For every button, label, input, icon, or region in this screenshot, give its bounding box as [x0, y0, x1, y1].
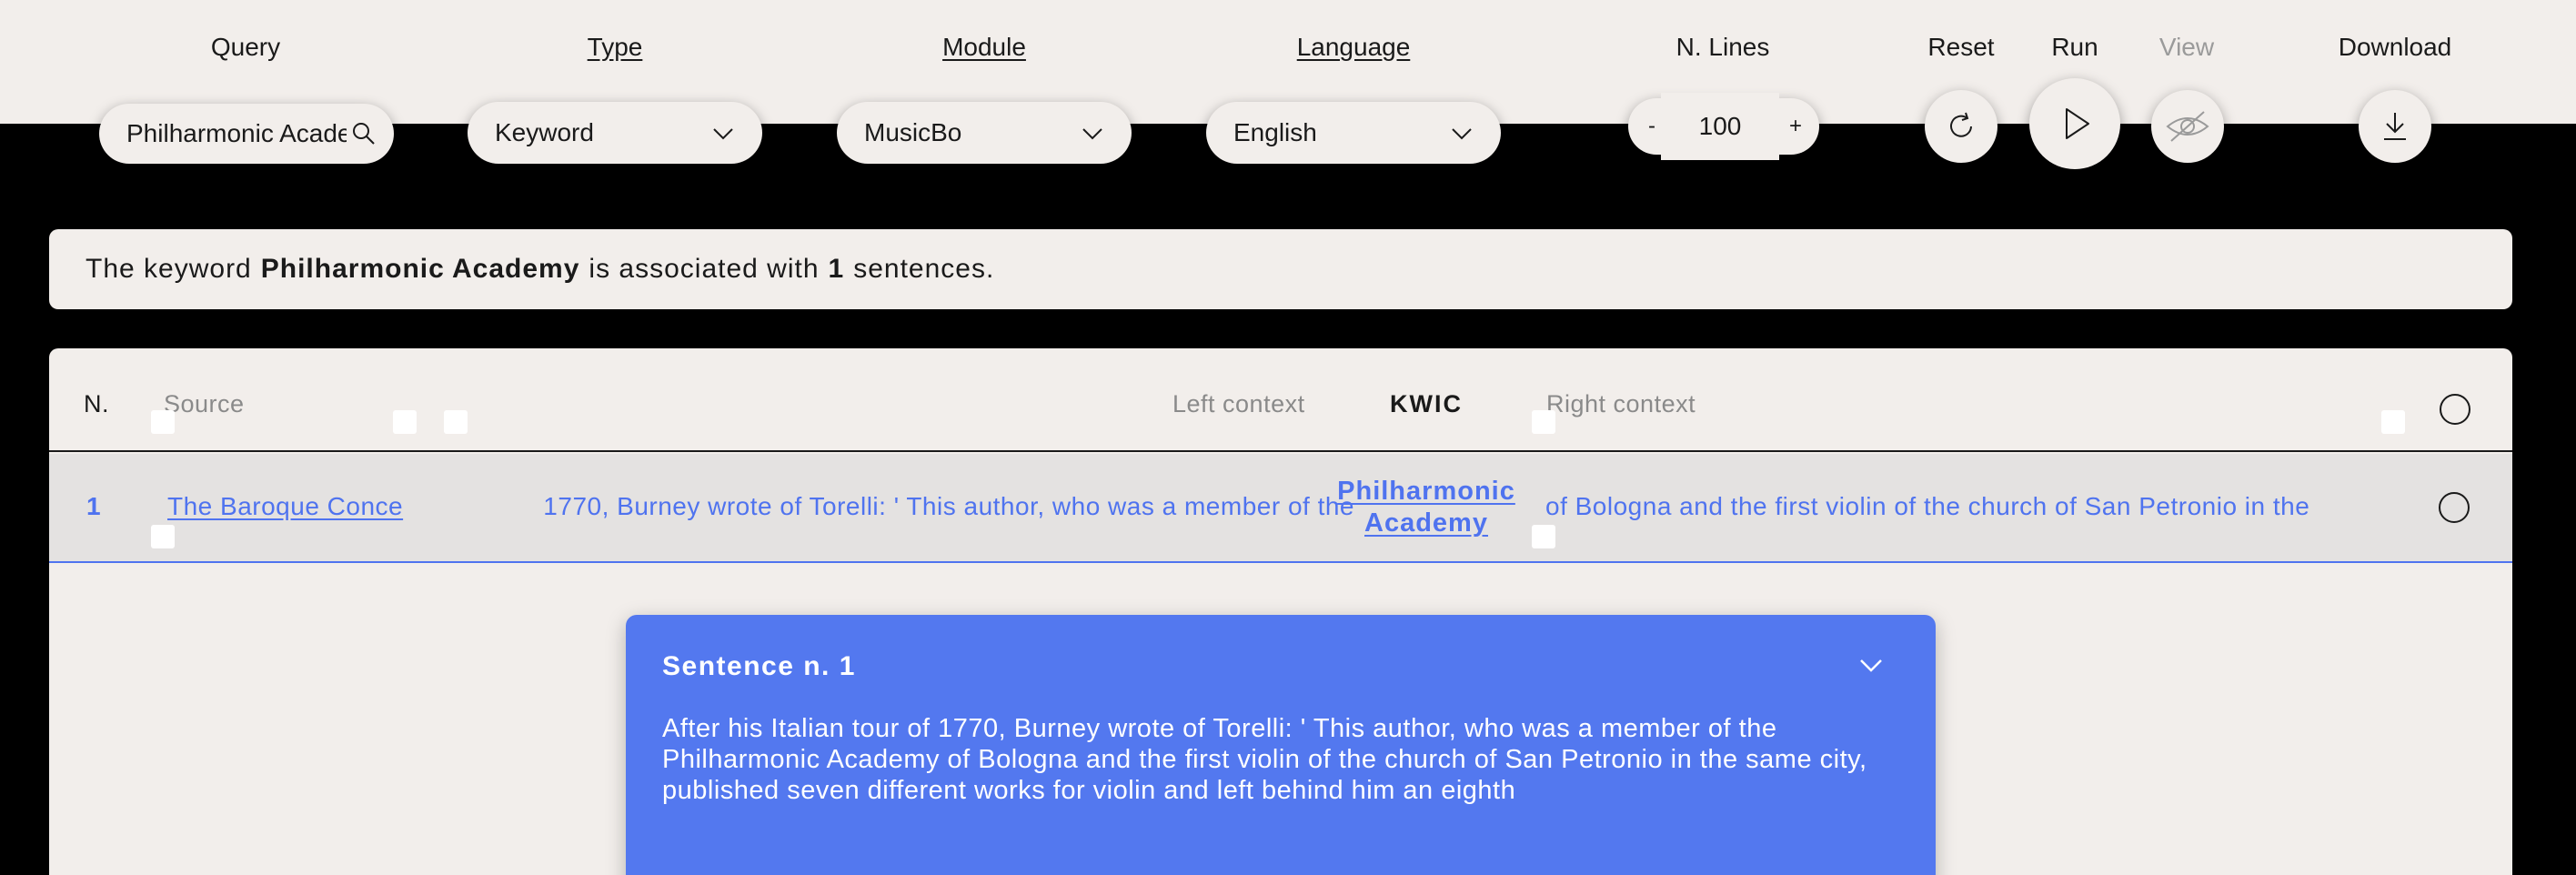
row-right-context: of Bologna and the first violin of the c… [1545, 492, 2310, 520]
download-icon [2384, 113, 2406, 140]
reset-icon [1950, 112, 1972, 137]
column-handle[interactable] [1532, 525, 1555, 548]
run-label: Run [2051, 33, 2098, 61]
lines-label: N. Lines [1675, 33, 1770, 61]
column-handle[interactable] [2381, 410, 2405, 434]
chevron-down-icon [1452, 128, 1472, 140]
search-icon[interactable] [350, 120, 377, 147]
download-label: Download [2338, 33, 2452, 61]
header-kwic[interactable]: KWIC [1390, 390, 1463, 418]
language-select[interactable]: English [1206, 102, 1501, 164]
view-label: View [2158, 33, 2215, 61]
lines-stepper: - 100 + [1628, 93, 1819, 160]
module-label: Module [942, 33, 1026, 61]
language-label: Language [1296, 33, 1411, 61]
lines-input[interactable]: 100 [1661, 93, 1779, 160]
summary-prefix: The keyword [86, 254, 252, 284]
summary-suffix: sentences. [853, 254, 995, 284]
sentence-text: After his Italian tour of 1770, Burney w… [662, 714, 1867, 805]
row-left-context: 1770, Burney wrote of Torelli: ' This au… [543, 492, 1354, 520]
search-input-value: Philharmonic Academy [126, 119, 347, 147]
increment-button[interactable]: + [1776, 98, 1816, 155]
header-n: N. [84, 390, 109, 417]
chevron-down-icon [713, 128, 733, 140]
column-handle[interactable] [1532, 410, 1555, 434]
play-icon [2066, 108, 2089, 139]
type-label: Type [587, 33, 643, 61]
column-handle[interactable] [393, 410, 417, 434]
sentence-title: Sentence n. 1 [662, 651, 856, 681]
summary-count: 1 [828, 254, 845, 284]
chevron-down-icon [1082, 128, 1102, 140]
module-select[interactable]: MusicBo [837, 102, 1132, 164]
row-number: 1 [86, 492, 102, 520]
row-source-link[interactable]: The Baroque Conce [167, 492, 403, 521]
reset-label: Reset [1927, 33, 1995, 61]
query-label: Query [210, 33, 281, 61]
result-summary: The keyword Philharmonic Academy is asso… [49, 229, 2512, 309]
table-row[interactable]: 1 The Baroque Conce 1770, Burney wrote o… [49, 454, 2512, 563]
sentence-card: Sentence n. 1 After his Italian tour of … [626, 615, 1936, 875]
type-select[interactable]: Keyword [468, 102, 762, 164]
table-header: N. Source Left context KWIC Right contex… [49, 348, 2512, 452]
reset-button[interactable] [1925, 90, 1997, 163]
header-left-context[interactable]: Left context [1172, 390, 1305, 418]
summary-middle: is associated with [589, 254, 820, 284]
column-handle[interactable] [151, 525, 175, 548]
select-all-radio[interactable] [2440, 394, 2470, 425]
column-handle[interactable] [151, 410, 175, 434]
chevron-down-icon[interactable] [1857, 651, 1885, 679]
header-right-context[interactable]: Right context [1546, 390, 1696, 418]
language-select-value: English [1233, 118, 1317, 146]
search-input[interactable]: Philharmonic Academy [99, 104, 394, 164]
view-button[interactable] [2151, 90, 2224, 163]
column-handle[interactable] [444, 410, 468, 434]
eye-off-icon [2166, 111, 2209, 142]
run-button[interactable] [2029, 78, 2120, 169]
header-source[interactable]: Source [164, 390, 245, 418]
row-kwic-link[interactable]: Philharmonic Academy [1326, 476, 1526, 539]
summary-keyword: Philharmonic Academy [260, 254, 580, 284]
row-select-radio[interactable] [2439, 492, 2470, 523]
type-select-value: Keyword [495, 118, 594, 146]
download-button[interactable] [2359, 90, 2431, 163]
module-select-value: MusicBo [864, 118, 962, 146]
